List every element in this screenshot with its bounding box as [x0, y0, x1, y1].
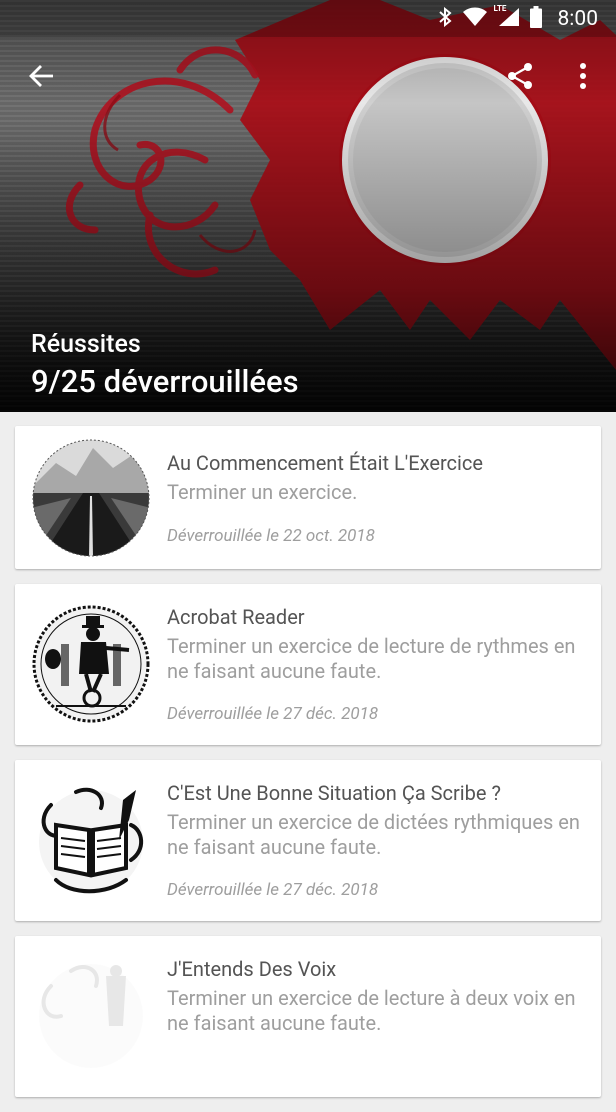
header-title: 9/25 déverrouillées: [31, 363, 299, 400]
achievement-description: Terminer un exercice de dictées rythmiqu…: [167, 810, 580, 859]
bluetooth-icon: [438, 6, 452, 31]
header-subtitle: Réussites: [31, 330, 141, 359]
achievement-unlock-date: Déverrouillée le 27 déc. 2018: [167, 704, 379, 724]
achievement-description: Terminer un exercice.: [167, 480, 358, 504]
achievement-description: Terminer un exercice de lecture de rythm…: [167, 634, 576, 683]
status-bar: LTE 8:00: [0, 0, 616, 37]
wifi-icon: [462, 7, 488, 31]
achievement-unlock-date: Déverrouillée le 27 déc. 2018: [167, 880, 379, 900]
achievement-description: Terminer un exercice de lecture à deux v…: [167, 986, 576, 1035]
achievement-card[interactable]: J'Entends Des Voix Terminer un exercice …: [15, 936, 601, 1097]
achievement-unlock-date: Déverrouillée le 22 oct. 2018: [167, 526, 375, 546]
achievements-header: LTE 8:00 Réussites 9/25 déverrouillées: [0, 0, 616, 412]
more-vert-icon: [579, 62, 587, 94]
back-button[interactable]: [20, 56, 64, 100]
voices-badge-icon-locked: [31, 956, 151, 1076]
road-mountain-badge-icon: [31, 438, 151, 558]
battery-icon: [529, 5, 542, 32]
arrow-back-icon: [29, 63, 55, 93]
cell-signal-icon: LTE: [494, 4, 520, 31]
achievement-list: Au Commencement Était L'Exercice Termine…: [15, 426, 601, 1112]
achievement-card[interactable]: C'Est Une Bonne Situation Ça Scribe ? Te…: [15, 760, 601, 921]
share-icon: [505, 61, 535, 95]
achievement-title: Acrobat Reader: [167, 605, 305, 629]
share-button[interactable]: [498, 56, 542, 100]
status-time: 8:00: [557, 6, 599, 31]
more-options-button[interactable]: [561, 56, 605, 100]
unicycle-juggler-badge-icon: [31, 604, 151, 724]
achievement-title: Au Commencement Était L'Exercice: [167, 451, 483, 475]
achievement-card[interactable]: Au Commencement Était L'Exercice Termine…: [15, 426, 601, 569]
achievement-title: C'Est Une Bonne Situation Ça Scribe ?: [167, 781, 501, 805]
achievement-card[interactable]: Acrobat Reader Terminer un exercice de l…: [15, 584, 601, 745]
achievement-title: J'Entends Des Voix: [167, 957, 337, 981]
book-quill-badge-icon: [31, 780, 151, 900]
